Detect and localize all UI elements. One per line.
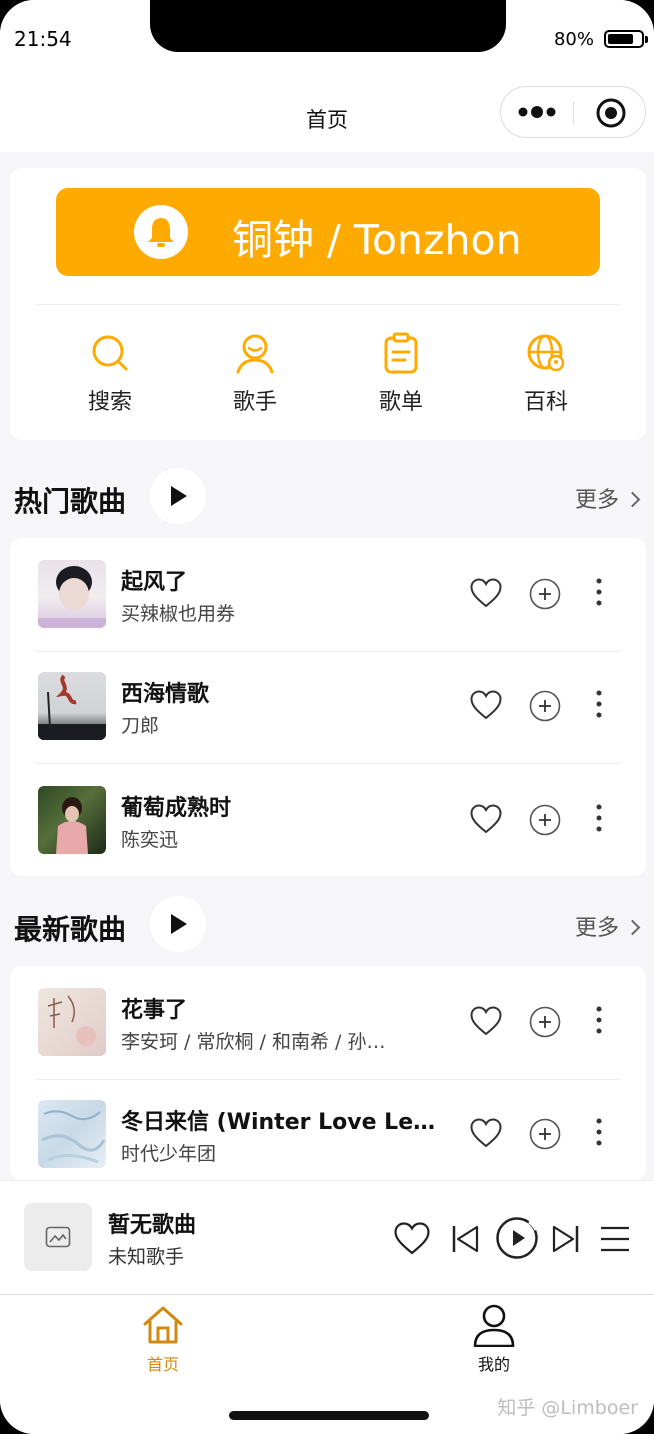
more-vertical-icon[interactable] (594, 1004, 604, 1036)
album-cover (38, 560, 106, 628)
more-dots-icon[interactable] (517, 101, 557, 123)
close-circle-icon[interactable] (595, 97, 627, 129)
chevron-right-icon (624, 919, 641, 936)
quick-action-encyclopedia[interactable]: 百科 (486, 332, 606, 422)
app-screen: 21:54 80% 首页 铜钟 / Tonzhon 搜索 歌手 歌单 百科 热门… (0, 0, 654, 1434)
next-track-icon[interactable] (551, 1224, 579, 1254)
song-title: 西海情歌 (121, 682, 210, 707)
song-artist: 时代少年团 (121, 1143, 217, 1165)
watermark: 知乎 @Limboer (497, 1397, 638, 1419)
heart-icon[interactable] (470, 1118, 502, 1148)
heart-icon[interactable] (470, 690, 502, 720)
encyclopedia-icon (527, 334, 565, 372)
section-title: 热门歌曲 (14, 485, 127, 518)
more-vertical-icon[interactable] (594, 688, 604, 720)
song-title: 冬日来信 (Winter Love Le… (121, 1110, 436, 1135)
status-bar: 21:54 80% (0, 0, 654, 80)
bell-logo (134, 205, 188, 259)
more-link[interactable]: 更多 (575, 482, 641, 514)
image-placeholder-icon (45, 1226, 71, 1248)
playlist-menu-icon[interactable] (600, 1225, 630, 1253)
song-row[interactable]: 起风了 买辣椒也用券 (10, 538, 646, 652)
singer-icon (236, 334, 274, 374)
battery-icon (604, 30, 648, 48)
user-icon (473, 1304, 515, 1347)
album-cover (38, 988, 106, 1056)
tab-label: 我的 (477, 1355, 510, 1374)
album-cover (38, 1100, 106, 1168)
add-circle-icon[interactable] (529, 690, 561, 722)
top-card: 铜钟 / Tonzhon 搜索 歌手 歌单 百科 (10, 168, 646, 440)
home-icon (143, 1306, 183, 1344)
more-vertical-icon[interactable] (594, 802, 604, 834)
song-artist: 李安珂 / 常欣桐 / 和南希 / 孙… (121, 1031, 386, 1053)
song-row[interactable]: 花事了 李安珂 / 常欣桐 / 和南希 / 孙… (10, 966, 646, 1080)
quick-action-search[interactable]: 搜索 (50, 332, 170, 422)
hot-songs-list: 起风了 买辣椒也用券 西海情歌 刀郎 葡萄成熟时 陈奕迅 (10, 538, 646, 876)
quick-action-label: 搜索 (87, 390, 132, 415)
play-all-button[interactable] (150, 896, 206, 952)
heart-icon[interactable] (394, 1222, 430, 1255)
more-link[interactable]: 更多 (575, 910, 641, 942)
divider (36, 304, 620, 305)
section-title: 最新歌曲 (14, 913, 127, 946)
play-icon (171, 486, 187, 506)
quick-action-label: 百科 (523, 390, 568, 415)
status-time: 21:54 (14, 27, 72, 51)
more-vertical-icon[interactable] (594, 1116, 604, 1148)
tab-bar: 首页 我的 知乎 @Limboer (0, 1294, 654, 1434)
play-all-button[interactable] (150, 468, 206, 524)
battery-percent: 80% (553, 29, 594, 50)
quick-action-playlist[interactable]: 歌单 (341, 332, 461, 422)
play-circle-icon[interactable] (495, 1216, 539, 1260)
quick-action-singer[interactable]: 歌手 (195, 332, 315, 422)
song-row[interactable]: 葡萄成熟时 陈奕迅 (10, 764, 646, 876)
quick-action-label: 歌单 (378, 390, 423, 415)
add-circle-icon[interactable] (529, 804, 561, 836)
brand-banner[interactable]: 铜钟 / Tonzhon (56, 188, 600, 276)
song-title: 起风了 (121, 570, 188, 595)
song-title: 花事了 (121, 998, 188, 1023)
playlist-icon (384, 332, 418, 374)
chevron-right-icon (624, 491, 641, 508)
quick-action-label: 歌手 (232, 390, 277, 415)
mini-player: 暂无歌曲 未知歌手 (0, 1180, 654, 1294)
tab-mine[interactable]: 我的 (424, 1303, 564, 1375)
player-artist: 未知歌手 (108, 1246, 185, 1268)
tab-home[interactable]: 首页 (93, 1303, 233, 1375)
add-circle-icon[interactable] (529, 1118, 561, 1150)
new-songs-list: 花事了 李安珂 / 常欣桐 / 和南希 / 孙… 冬日来信 (Winter Lo… (10, 966, 646, 1180)
nav-bar: 首页 (0, 80, 654, 152)
add-circle-icon[interactable] (529, 578, 561, 610)
heart-icon[interactable] (470, 1006, 502, 1036)
song-row[interactable]: 西海情歌 刀郎 (10, 650, 646, 764)
hot-songs-header: 热门歌曲 更多 (0, 468, 654, 528)
add-circle-icon[interactable] (529, 1006, 561, 1038)
song-artist: 陈奕迅 (121, 829, 179, 851)
song-row[interactable]: 冬日来信 (Winter Love Le… 时代少年团 (10, 1078, 646, 1180)
player-cover[interactable] (24, 1203, 92, 1271)
play-icon (171, 914, 187, 934)
mini-program-capsule (500, 86, 646, 138)
player-song-title: 暂无歌曲 (108, 1213, 197, 1238)
album-cover (38, 672, 106, 740)
song-artist: 刀郎 (121, 715, 160, 737)
new-songs-header: 最新歌曲 更多 (0, 896, 654, 956)
album-cover (38, 786, 106, 854)
heart-icon[interactable] (470, 804, 502, 834)
more-vertical-icon[interactable] (594, 576, 604, 608)
notch (150, 0, 506, 52)
tab-label: 首页 (146, 1355, 179, 1374)
capsule-divider (573, 101, 574, 125)
search-icon (92, 335, 128, 371)
bell-icon (148, 218, 174, 247)
banner-title: 铜钟 / Tonzhon (232, 216, 522, 264)
heart-icon[interactable] (470, 578, 502, 608)
song-title: 葡萄成熟时 (121, 796, 232, 821)
home-indicator[interactable] (229, 1411, 429, 1420)
song-artist: 买辣椒也用券 (121, 603, 236, 625)
previous-track-icon[interactable] (452, 1224, 480, 1254)
